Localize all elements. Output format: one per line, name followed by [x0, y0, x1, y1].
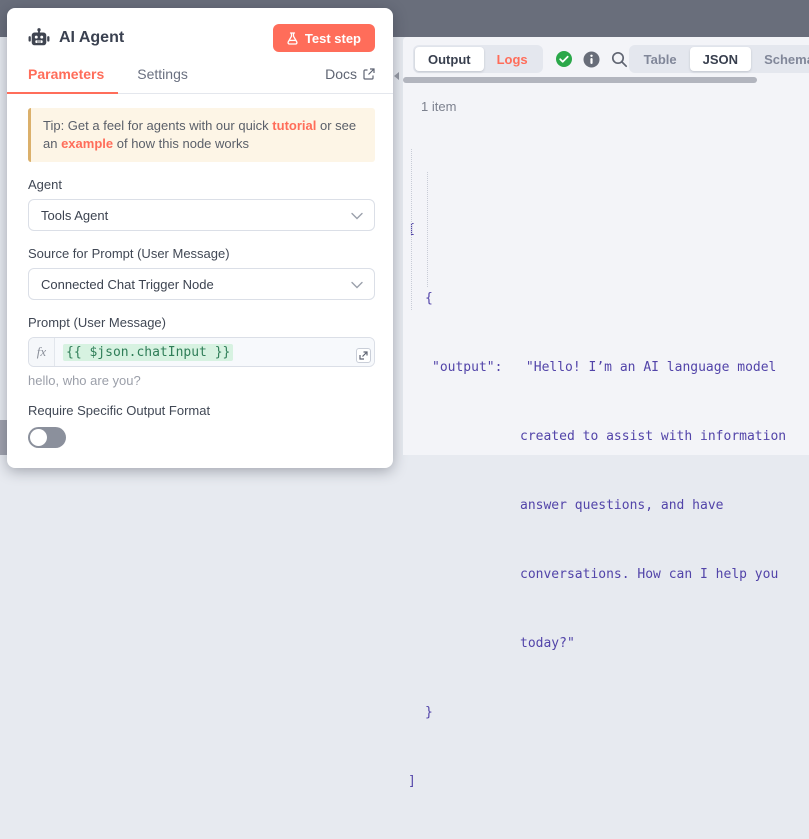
agent-select-value: Tools Agent: [41, 208, 108, 223]
json-line: [: [403, 218, 809, 241]
json-line: }: [403, 701, 809, 724]
items-count: 1 item: [421, 99, 809, 114]
tutorial-link[interactable]: tutorial: [272, 118, 316, 133]
test-step-label: Test step: [305, 31, 361, 46]
json-line: created to assist with information: [403, 425, 809, 448]
node-tabs: Parameters Settings Docs: [7, 66, 393, 94]
json-line: conversations. How can I help you: [403, 563, 809, 586]
robot-icon: [28, 28, 50, 48]
agent-select[interactable]: Tools Agent: [28, 199, 375, 231]
check-circle-icon: [555, 50, 573, 68]
example-link[interactable]: example: [61, 136, 113, 151]
expression-value: {{ $json.chatInput }}: [63, 344, 233, 361]
agent-field: Agent Tools Agent: [28, 177, 375, 231]
output-panel: Output Logs: [403, 37, 809, 455]
agent-label: Agent: [28, 177, 375, 192]
view-mode-switch: Table JSON Schema: [629, 45, 809, 73]
tab-logs[interactable]: Logs: [484, 47, 541, 71]
view-json[interactable]: JSON: [690, 47, 751, 71]
horizontal-scrollbar: [403, 77, 809, 83]
info-button[interactable]: [583, 50, 601, 68]
output-format-toggle[interactable]: [28, 427, 66, 448]
canvas-background-sliver: [0, 420, 7, 455]
output-logs-switch: Output Logs: [413, 45, 543, 73]
view-table[interactable]: Table: [631, 47, 690, 71]
tab-output[interactable]: Output: [415, 47, 484, 71]
external-link-icon: [363, 68, 375, 80]
json-output-view: [ { "output": "Hello! I’m an AI language…: [403, 126, 809, 839]
docs-label: Docs: [325, 66, 357, 82]
prompt-source-select[interactable]: Connected Chat Trigger Node: [28, 268, 375, 300]
prompt-source-field: Source for Prompt (User Message) Connect…: [28, 246, 375, 300]
fx-badge: fx: [29, 338, 55, 366]
json-line: answer questions, and have: [403, 494, 809, 517]
scrollbar-thumb[interactable]: [403, 77, 757, 83]
expand-expression-button[interactable]: [356, 348, 371, 363]
expression-preview: hello, who are you?: [28, 373, 375, 388]
search-button[interactable]: [611, 50, 629, 68]
prompt-source-label: Source for Prompt (User Message): [28, 246, 375, 261]
expand-icon: [359, 351, 368, 360]
tip-text: Tip: Get a feel for agents with our quic…: [43, 118, 272, 133]
search-icon: [611, 51, 628, 68]
prompt-label: Prompt (User Message): [28, 315, 375, 330]
output-status-icons: [555, 50, 629, 68]
tab-parameters[interactable]: Parameters: [28, 66, 104, 82]
node-settings-panel: AI Agent Test step Parameters Settings D…: [7, 8, 393, 468]
flask-icon: [287, 32, 298, 45]
tip-text-suffix: of how this node works: [113, 136, 249, 151]
output-panel-header: Output Logs: [403, 37, 809, 73]
json-line: {: [403, 287, 809, 310]
test-step-button[interactable]: Test step: [273, 24, 375, 52]
indent-guide: [427, 172, 428, 287]
json-line: ]: [403, 770, 809, 793]
chevron-down-icon: [351, 281, 363, 289]
success-check-button[interactable]: [555, 50, 573, 68]
view-schema[interactable]: Schema: [751, 47, 809, 71]
expression-editor[interactable]: {{ $json.chatInput }}: [55, 338, 374, 366]
active-tab-underline: [7, 92, 118, 94]
docs-link[interactable]: Docs: [325, 66, 375, 82]
chevron-down-icon: [351, 212, 363, 220]
panel-resize-arrow[interactable]: [394, 72, 399, 80]
tip-callout: Tip: Get a feel for agents with our quic…: [28, 108, 375, 162]
output-format-label: Require Specific Output Format: [28, 403, 375, 418]
prompt-source-value: Connected Chat Trigger Node: [41, 277, 214, 292]
prompt-field: Prompt (User Message) fx {{ $json.chatIn…: [28, 315, 375, 388]
toggle-knob: [30, 429, 47, 446]
json-line: "output": "Hello! I’m an AI language mod…: [403, 356, 809, 379]
node-header: AI Agent Test step: [7, 8, 393, 52]
node-title: AI Agent: [59, 29, 273, 47]
info-circle-icon: [583, 51, 600, 68]
indent-guide: [411, 149, 412, 310]
tab-settings[interactable]: Settings: [137, 66, 188, 82]
parameters-body: Tip: Get a feel for agents with our quic…: [7, 94, 393, 448]
output-format-field: Require Specific Output Format: [28, 403, 375, 448]
expression-input[interactable]: fx {{ $json.chatInput }}: [28, 337, 375, 367]
json-line: today?": [403, 632, 809, 655]
